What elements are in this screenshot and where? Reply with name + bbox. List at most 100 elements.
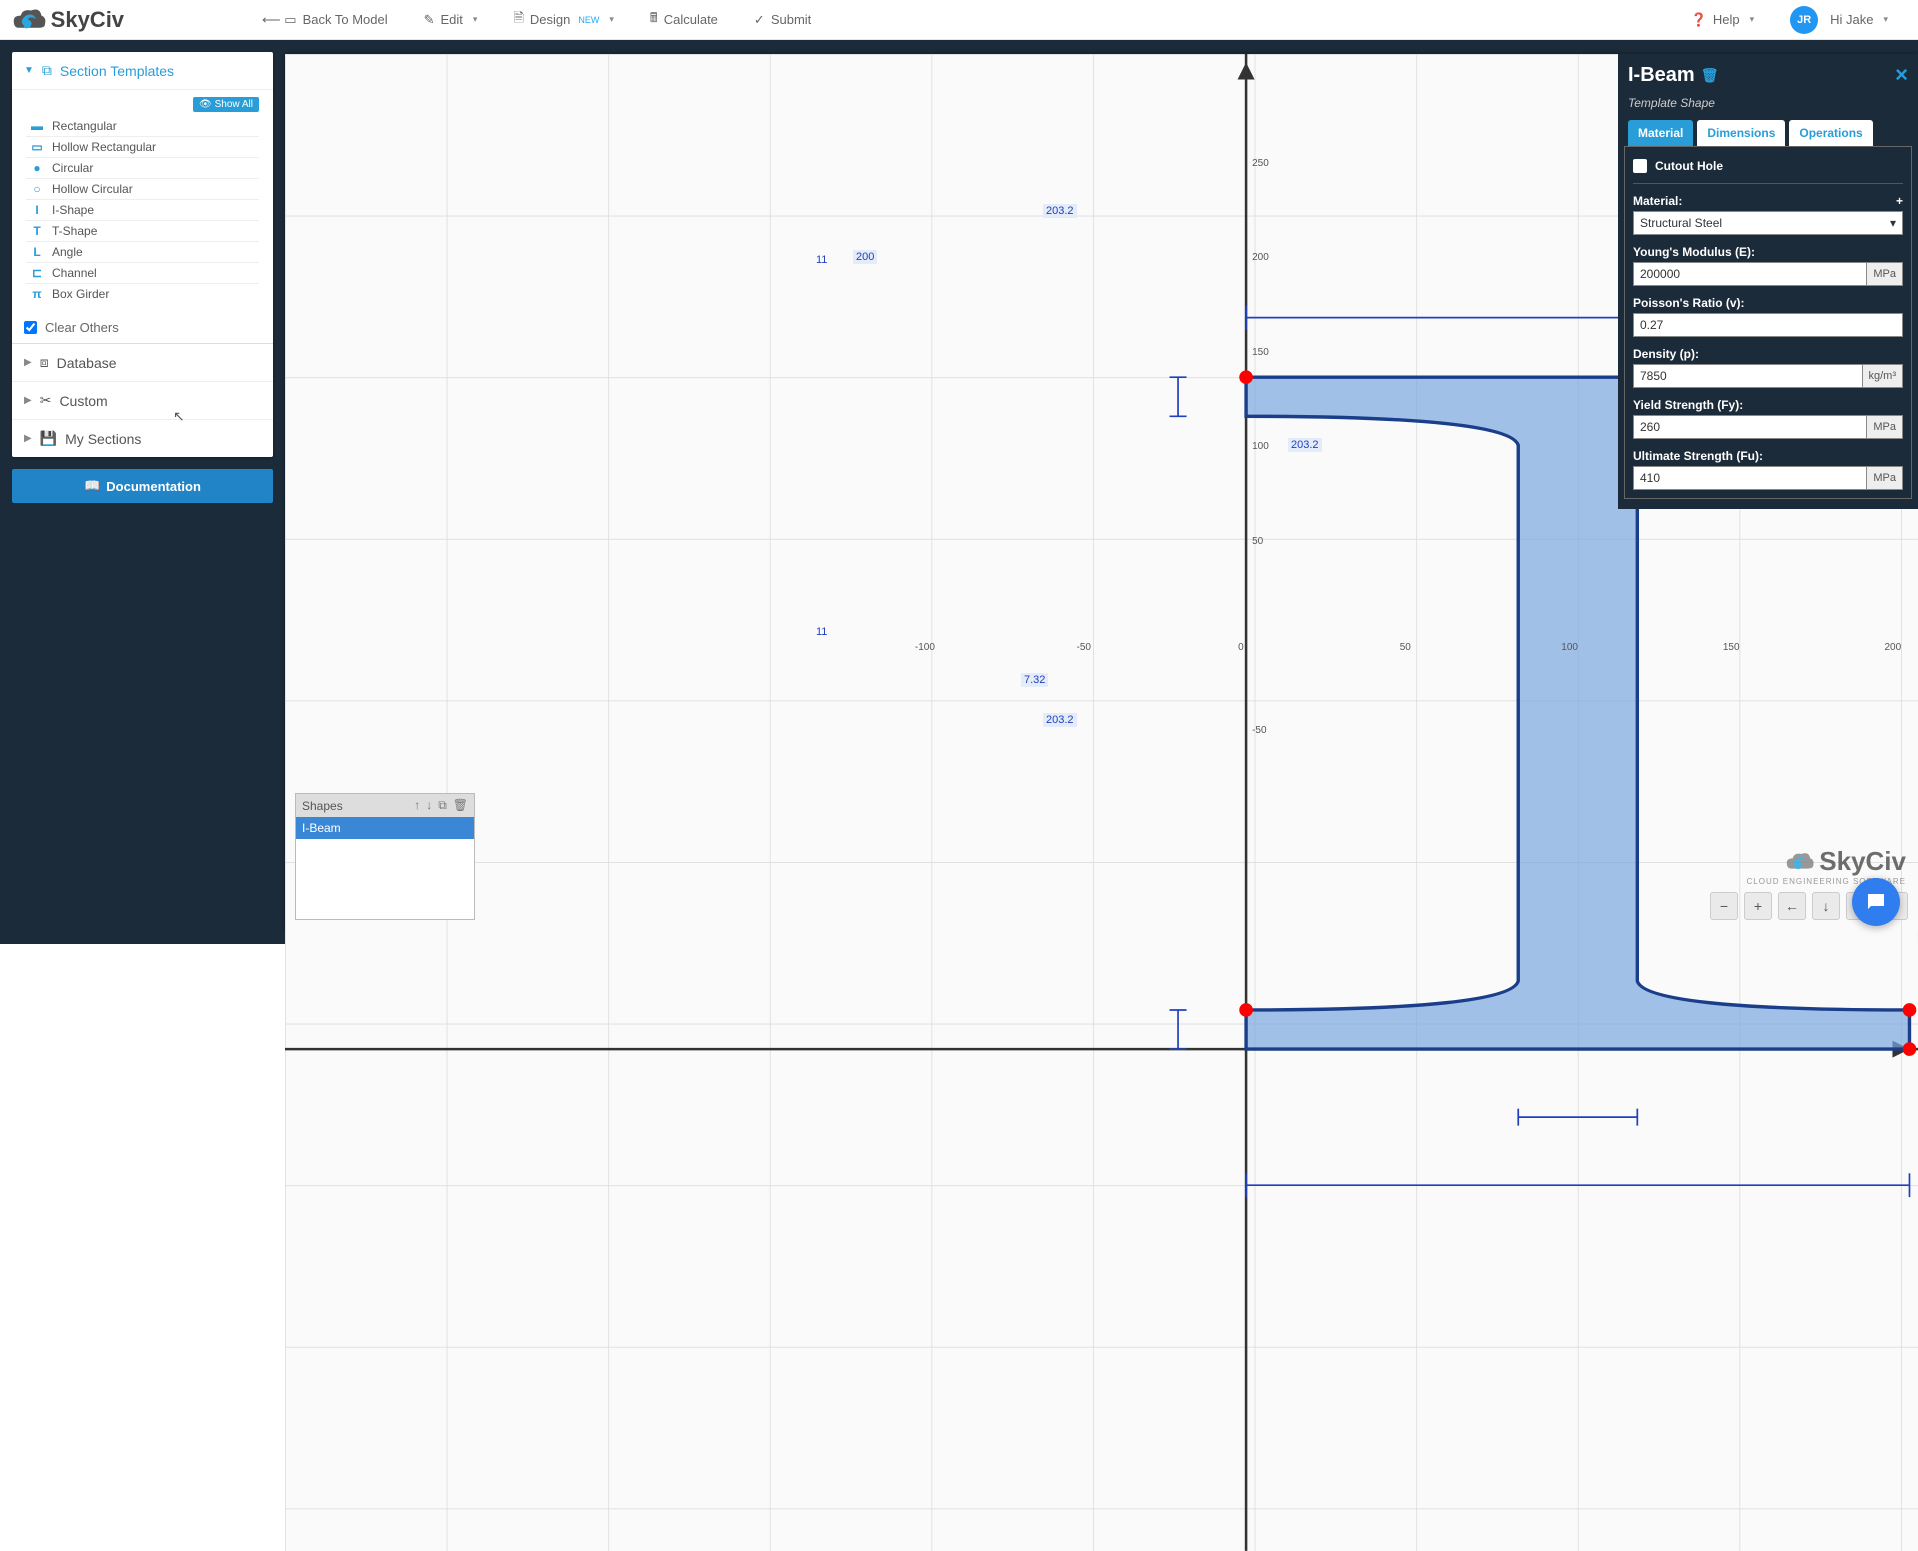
template-item-label: Hollow Circular	[52, 182, 133, 196]
dim-height[interactable]: 203.2	[1288, 438, 1322, 452]
panel-subtitle: Template Shape	[1624, 96, 1912, 120]
den-input[interactable]: 7850	[1633, 364, 1863, 388]
template-item-i-shape[interactable]: II-Shape	[26, 199, 259, 220]
ym-input[interactable]: 200000	[1633, 262, 1867, 286]
y-tick-label: 50	[1252, 536, 1263, 547]
section-templates-title: Section Templates	[60, 63, 174, 79]
database-icon: ⧈	[40, 354, 49, 371]
shape-glyph-icon: π	[30, 287, 44, 301]
back-to-model-button[interactable]: ⟵ ▭ Back To Model	[244, 0, 406, 40]
fu-input[interactable]: 410	[1633, 466, 1867, 490]
custom-icon: ✂	[40, 392, 52, 409]
template-item-label: Angle	[52, 245, 83, 259]
pan-left-button[interactable]: ←	[1778, 892, 1806, 920]
template-item-hollow-rectangular[interactable]: ▭Hollow Rectangular	[26, 136, 259, 157]
shape-glyph-icon: I	[30, 203, 44, 217]
my-sections-label: My Sections	[65, 431, 141, 447]
x-tick-label: 200	[1884, 642, 1901, 653]
documentation-button[interactable]: 📖 Documentation	[12, 469, 273, 503]
tab-material[interactable]: Material	[1628, 120, 1693, 146]
close-panel-button[interactable]: ×	[1895, 62, 1908, 88]
tab-operations[interactable]: Operations	[1789, 120, 1872, 146]
fu-label: Ultimate Strength (Fu):	[1633, 449, 1903, 463]
clear-others-row[interactable]: Clear Others	[12, 312, 273, 343]
shape-glyph-icon: ▬	[30, 119, 44, 133]
ym-unit: MPa	[1867, 262, 1903, 286]
y-tick-label: 100	[1252, 441, 1269, 452]
save-icon: 💾	[40, 430, 57, 447]
delete-icon[interactable]: 🗑	[453, 798, 468, 813]
dim-flange-t1[interactable]: 11	[816, 254, 827, 266]
zoom-in-button[interactable]: +	[1744, 892, 1772, 920]
custom-header[interactable]: ▶ ✂ Custom	[12, 382, 273, 420]
material-select[interactable]: Structural Steel	[1633, 211, 1903, 235]
submit-button[interactable]: ✓ Submit	[736, 0, 829, 40]
template-item-label: Channel	[52, 266, 97, 280]
template-item-circular[interactable]: ●Circular	[26, 157, 259, 178]
fy-input[interactable]: 260	[1633, 415, 1867, 439]
copy-icon[interactable]: ⧉	[438, 798, 447, 813]
cutout-checkbox[interactable]	[1633, 159, 1647, 173]
design-menu[interactable]: 🗎 DesignNEW▾	[495, 0, 631, 40]
shapes-panel-header: Shapes ↑ ↓ ⧉ 🗑	[296, 794, 474, 817]
shape-glyph-icon: ●	[30, 161, 44, 175]
shape-row-selected[interactable]: I-Beam	[296, 817, 474, 839]
shape-glyph-icon: ○	[30, 182, 44, 196]
zoom-out-button[interactable]: −	[1710, 892, 1738, 920]
y-tick-label: 250	[1252, 158, 1269, 169]
x-tick-label: 50	[1400, 642, 1411, 653]
ym-label: Young's Modulus (E):	[1633, 245, 1903, 259]
pr-input[interactable]: 0.27	[1633, 313, 1903, 337]
chevron-down-icon: ▼	[24, 65, 34, 76]
show-all-button[interactable]: 👁 Show All	[193, 97, 259, 112]
y-tick-label: 150	[1252, 347, 1269, 358]
dim-width-top[interactable]: 203.2	[1043, 204, 1077, 218]
help-menu[interactable]: ❓ Help▾	[1673, 0, 1772, 40]
database-label: Database	[57, 355, 117, 371]
properties-panel: I-Beam 🗑 × Template Shape Material Dimen…	[1618, 54, 1918, 509]
section-templates-header[interactable]: ▼ ⧉ Section Templates	[12, 52, 273, 90]
chat-button[interactable]	[1852, 878, 1900, 926]
calculate-button[interactable]: 🖩 Calculate	[632, 0, 736, 40]
template-item-angle[interactable]: LAngle	[26, 241, 259, 262]
add-material-button[interactable]: +	[1896, 194, 1903, 208]
pr-label: Poisson's Ratio (v):	[1633, 296, 1903, 310]
shape-glyph-icon: ▭	[30, 140, 44, 154]
x-tick-label: 0	[1238, 642, 1244, 653]
move-up-icon[interactable]: ↑	[414, 798, 420, 813]
edit-menu[interactable]: ✎ Edit▾	[406, 0, 496, 40]
template-item-box-girder[interactable]: πBox Girder	[26, 283, 259, 304]
template-item-t-shape[interactable]: TT-Shape	[26, 220, 259, 241]
dim-web-t[interactable]: 7.32	[1021, 673, 1048, 687]
left-sidebar: ▼ ⧉ Section Templates 👁 Show All ▬ Rectan…	[0, 40, 285, 944]
dim-width-bottom[interactable]: 203.2	[1043, 713, 1077, 727]
clear-others-label: Clear Others	[45, 320, 119, 335]
y-tick-label: -50	[1252, 725, 1266, 736]
clear-others-checkbox[interactable]	[24, 321, 37, 334]
shapes-panel-body[interactable]	[296, 839, 474, 919]
tab-dimensions[interactable]: Dimensions	[1697, 120, 1785, 146]
delete-shape-icon[interactable]: 🗑	[1701, 67, 1719, 84]
pan-down-button[interactable]: ↓	[1812, 892, 1840, 920]
user-menu[interactable]: JR Hi Jake▾	[1772, 0, 1906, 40]
brand-logo: SkyCiv	[12, 7, 124, 33]
x-tick-label: 150	[1723, 642, 1740, 653]
y-tick-label: 200	[1252, 252, 1269, 263]
dim-val-200[interactable]: 200	[853, 250, 877, 264]
den-unit: kg/m³	[1863, 364, 1904, 388]
template-item-label: Rectangular	[52, 119, 117, 133]
database-header[interactable]: ▶ ⧈ Database	[12, 343, 273, 382]
template-item-channel[interactable]: ⊏Channel	[26, 262, 259, 283]
chevron-right-icon: ▶	[24, 357, 32, 368]
template-item-hollow-circular[interactable]: ○ Hollow Circular	[26, 178, 259, 199]
dim-flange-t2[interactable]: 11	[816, 626, 827, 638]
shapes-panel-title: Shapes	[302, 799, 343, 813]
tab-body: Cutout Hole Material:+ Structural Steel …	[1624, 146, 1912, 499]
panel-title: I-Beam 🗑	[1628, 64, 1718, 87]
template-item-rectangular[interactable]: ▬ Rectangular	[26, 116, 259, 136]
sidebar-accordion: ▼ ⧉ Section Templates 👁 Show All ▬ Rectan…	[12, 52, 273, 457]
material-label: Material:+	[1633, 194, 1903, 208]
cutout-hole-row[interactable]: Cutout Hole	[1633, 155, 1903, 184]
move-down-icon[interactable]: ↓	[426, 798, 432, 813]
my-sections-header[interactable]: ▶ 💾 My Sections	[12, 420, 273, 457]
